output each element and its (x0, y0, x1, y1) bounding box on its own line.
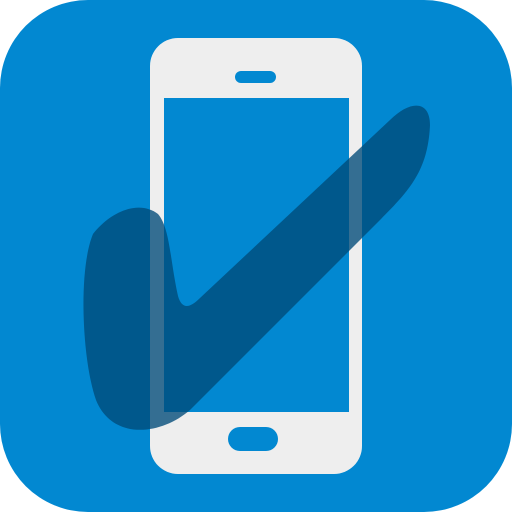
phone-home-button (228, 427, 278, 451)
phone-check-icon (0, 0, 512, 512)
phone-speaker-slot (235, 71, 276, 83)
app-icon (0, 0, 512, 512)
